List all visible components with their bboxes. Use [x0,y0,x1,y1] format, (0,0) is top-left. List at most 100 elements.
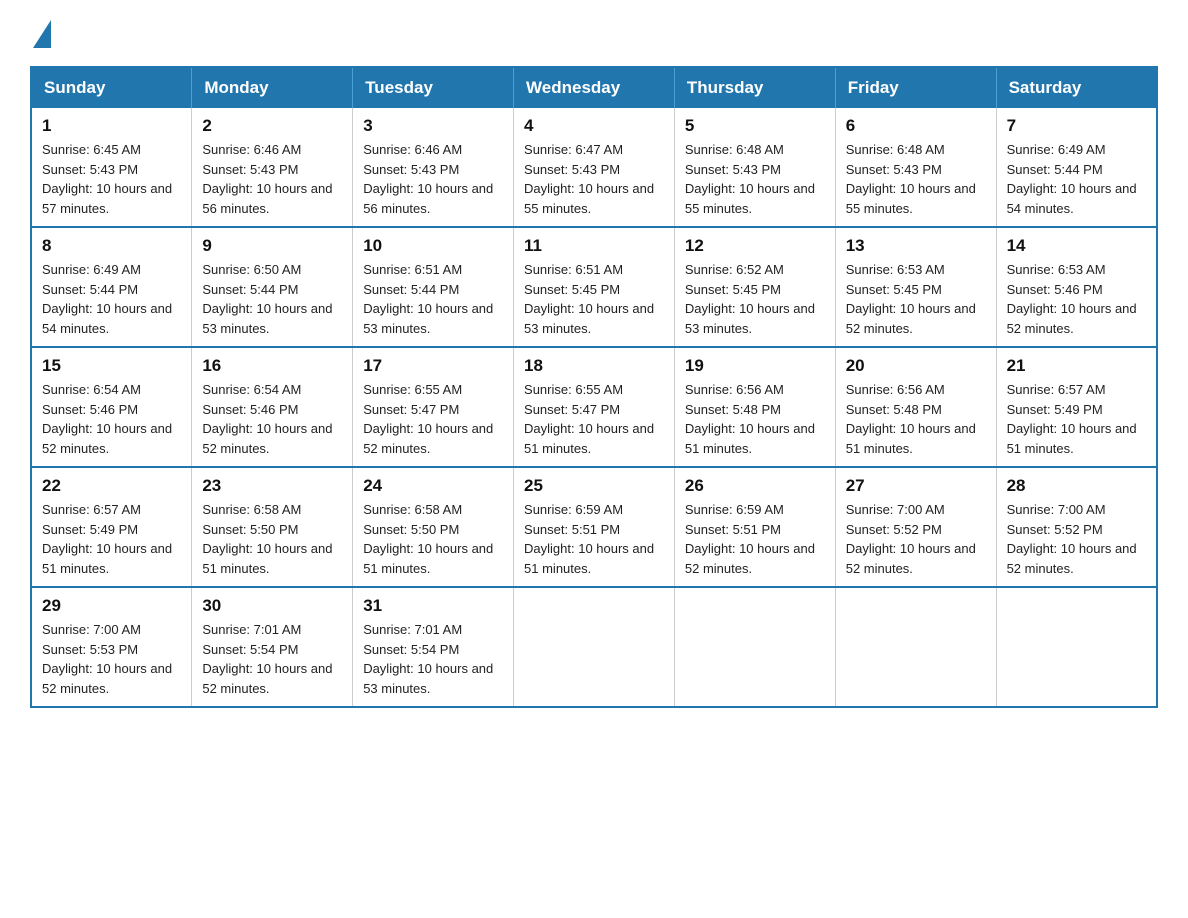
table-row: 5 Sunrise: 6:48 AMSunset: 5:43 PMDayligh… [674,108,835,227]
table-row: 30 Sunrise: 7:01 AMSunset: 5:54 PMDaylig… [192,587,353,707]
calendar-week-row: 22 Sunrise: 6:57 AMSunset: 5:49 PMDaylig… [31,467,1157,587]
col-saturday: Saturday [996,67,1157,108]
day-number: 4 [524,116,664,136]
day-number: 24 [363,476,503,496]
table-row: 27 Sunrise: 7:00 AMSunset: 5:52 PMDaylig… [835,467,996,587]
day-number: 25 [524,476,664,496]
table-row: 28 Sunrise: 7:00 AMSunset: 5:52 PMDaylig… [996,467,1157,587]
logo-triangle-icon [33,20,51,48]
day-info: Sunrise: 6:53 AMSunset: 5:46 PMDaylight:… [1007,262,1137,336]
day-number: 20 [846,356,986,376]
table-row: 17 Sunrise: 6:55 AMSunset: 5:47 PMDaylig… [353,347,514,467]
day-info: Sunrise: 6:49 AMSunset: 5:44 PMDaylight:… [1007,142,1137,216]
day-number: 12 [685,236,825,256]
day-info: Sunrise: 6:45 AMSunset: 5:43 PMDaylight:… [42,142,172,216]
table-row: 6 Sunrise: 6:48 AMSunset: 5:43 PMDayligh… [835,108,996,227]
day-number: 3 [363,116,503,136]
day-info: Sunrise: 6:55 AMSunset: 5:47 PMDaylight:… [363,382,493,456]
day-number: 30 [202,596,342,616]
day-number: 11 [524,236,664,256]
table-row: 31 Sunrise: 7:01 AMSunset: 5:54 PMDaylig… [353,587,514,707]
calendar-week-row: 15 Sunrise: 6:54 AMSunset: 5:46 PMDaylig… [31,347,1157,467]
col-wednesday: Wednesday [514,67,675,108]
col-friday: Friday [835,67,996,108]
day-number: 27 [846,476,986,496]
day-info: Sunrise: 6:59 AMSunset: 5:51 PMDaylight:… [524,502,654,576]
page-header [30,20,1158,48]
table-row: 12 Sunrise: 6:52 AMSunset: 5:45 PMDaylig… [674,227,835,347]
day-info: Sunrise: 7:00 AMSunset: 5:53 PMDaylight:… [42,622,172,696]
table-row: 15 Sunrise: 6:54 AMSunset: 5:46 PMDaylig… [31,347,192,467]
table-row: 11 Sunrise: 6:51 AMSunset: 5:45 PMDaylig… [514,227,675,347]
day-number: 9 [202,236,342,256]
day-info: Sunrise: 6:51 AMSunset: 5:44 PMDaylight:… [363,262,493,336]
table-row [835,587,996,707]
day-number: 18 [524,356,664,376]
day-info: Sunrise: 6:46 AMSunset: 5:43 PMDaylight:… [202,142,332,216]
table-row: 22 Sunrise: 6:57 AMSunset: 5:49 PMDaylig… [31,467,192,587]
day-info: Sunrise: 7:01 AMSunset: 5:54 PMDaylight:… [202,622,332,696]
day-number: 10 [363,236,503,256]
logo [30,20,51,48]
day-info: Sunrise: 6:54 AMSunset: 5:46 PMDaylight:… [202,382,332,456]
table-row: 14 Sunrise: 6:53 AMSunset: 5:46 PMDaylig… [996,227,1157,347]
day-info: Sunrise: 6:48 AMSunset: 5:43 PMDaylight:… [846,142,976,216]
table-row [996,587,1157,707]
day-info: Sunrise: 6:47 AMSunset: 5:43 PMDaylight:… [524,142,654,216]
table-row: 18 Sunrise: 6:55 AMSunset: 5:47 PMDaylig… [514,347,675,467]
day-number: 21 [1007,356,1146,376]
day-info: Sunrise: 6:57 AMSunset: 5:49 PMDaylight:… [1007,382,1137,456]
calendar-header-row: Sunday Monday Tuesday Wednesday Thursday… [31,67,1157,108]
table-row: 4 Sunrise: 6:47 AMSunset: 5:43 PMDayligh… [514,108,675,227]
table-row: 16 Sunrise: 6:54 AMSunset: 5:46 PMDaylig… [192,347,353,467]
day-info: Sunrise: 6:51 AMSunset: 5:45 PMDaylight:… [524,262,654,336]
day-info: Sunrise: 6:46 AMSunset: 5:43 PMDaylight:… [363,142,493,216]
table-row: 23 Sunrise: 6:58 AMSunset: 5:50 PMDaylig… [192,467,353,587]
table-row: 19 Sunrise: 6:56 AMSunset: 5:48 PMDaylig… [674,347,835,467]
day-number: 16 [202,356,342,376]
day-number: 1 [42,116,181,136]
calendar-week-row: 29 Sunrise: 7:00 AMSunset: 5:53 PMDaylig… [31,587,1157,707]
table-row: 25 Sunrise: 6:59 AMSunset: 5:51 PMDaylig… [514,467,675,587]
table-row [514,587,675,707]
day-number: 29 [42,596,181,616]
table-row: 1 Sunrise: 6:45 AMSunset: 5:43 PMDayligh… [31,108,192,227]
day-info: Sunrise: 6:56 AMSunset: 5:48 PMDaylight:… [685,382,815,456]
calendar-week-row: 1 Sunrise: 6:45 AMSunset: 5:43 PMDayligh… [31,108,1157,227]
calendar-week-row: 8 Sunrise: 6:49 AMSunset: 5:44 PMDayligh… [31,227,1157,347]
day-number: 19 [685,356,825,376]
table-row: 21 Sunrise: 6:57 AMSunset: 5:49 PMDaylig… [996,347,1157,467]
day-number: 6 [846,116,986,136]
table-row: 2 Sunrise: 6:46 AMSunset: 5:43 PMDayligh… [192,108,353,227]
day-info: Sunrise: 7:00 AMSunset: 5:52 PMDaylight:… [1007,502,1137,576]
day-info: Sunrise: 6:59 AMSunset: 5:51 PMDaylight:… [685,502,815,576]
day-number: 17 [363,356,503,376]
table-row [674,587,835,707]
day-number: 2 [202,116,342,136]
col-tuesday: Tuesday [353,67,514,108]
day-info: Sunrise: 6:53 AMSunset: 5:45 PMDaylight:… [846,262,976,336]
table-row: 9 Sunrise: 6:50 AMSunset: 5:44 PMDayligh… [192,227,353,347]
day-number: 8 [42,236,181,256]
table-row: 26 Sunrise: 6:59 AMSunset: 5:51 PMDaylig… [674,467,835,587]
day-number: 22 [42,476,181,496]
calendar-table: Sunday Monday Tuesday Wednesday Thursday… [30,66,1158,708]
day-info: Sunrise: 7:00 AMSunset: 5:52 PMDaylight:… [846,502,976,576]
day-number: 31 [363,596,503,616]
day-number: 28 [1007,476,1146,496]
day-info: Sunrise: 6:56 AMSunset: 5:48 PMDaylight:… [846,382,976,456]
table-row: 24 Sunrise: 6:58 AMSunset: 5:50 PMDaylig… [353,467,514,587]
day-number: 7 [1007,116,1146,136]
day-info: Sunrise: 6:52 AMSunset: 5:45 PMDaylight:… [685,262,815,336]
day-number: 15 [42,356,181,376]
table-row: 7 Sunrise: 6:49 AMSunset: 5:44 PMDayligh… [996,108,1157,227]
day-number: 26 [685,476,825,496]
day-info: Sunrise: 7:01 AMSunset: 5:54 PMDaylight:… [363,622,493,696]
table-row: 10 Sunrise: 6:51 AMSunset: 5:44 PMDaylig… [353,227,514,347]
table-row: 13 Sunrise: 6:53 AMSunset: 5:45 PMDaylig… [835,227,996,347]
col-monday: Monday [192,67,353,108]
day-info: Sunrise: 6:57 AMSunset: 5:49 PMDaylight:… [42,502,172,576]
day-number: 5 [685,116,825,136]
day-number: 13 [846,236,986,256]
day-number: 14 [1007,236,1146,256]
